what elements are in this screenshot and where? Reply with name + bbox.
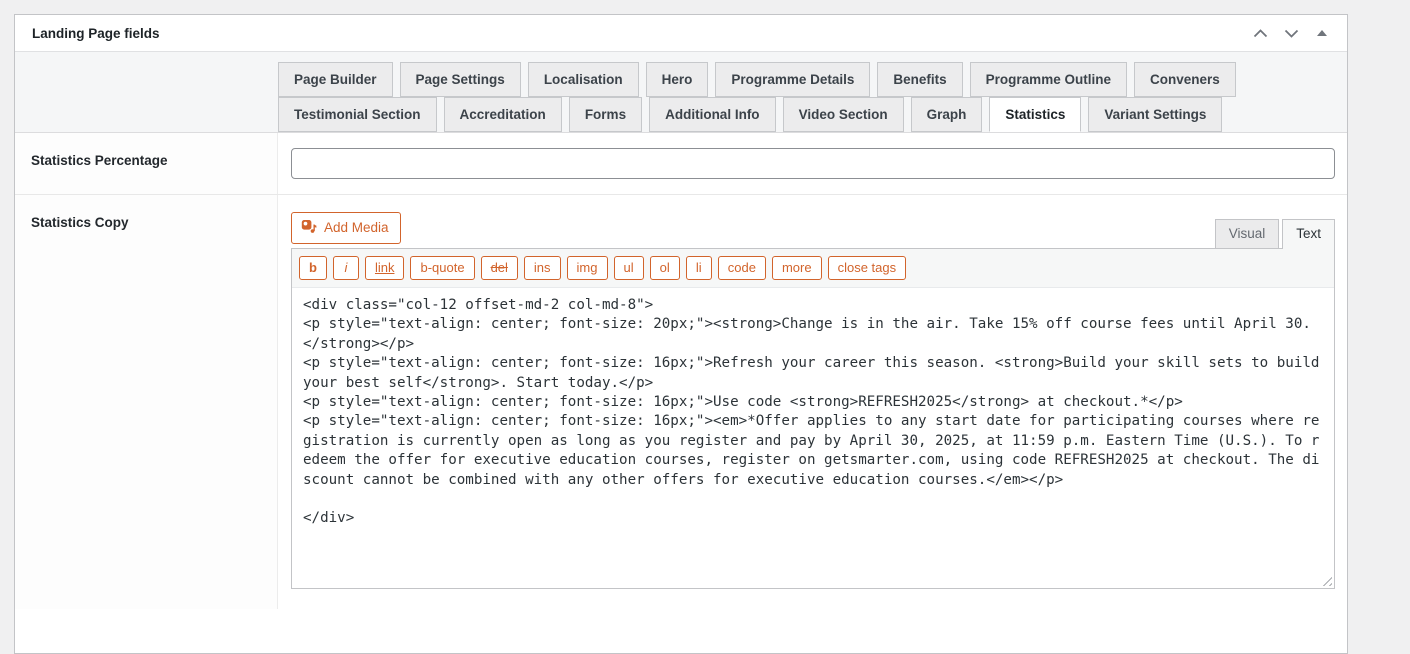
visual-mode-tab[interactable]: Visual <box>1215 219 1280 248</box>
move-up-button[interactable] <box>1249 22 1271 44</box>
statistics-percentage-label: Statistics Percentage <box>15 133 278 194</box>
editor-mode-tabs: Visual Text <box>1215 219 1335 248</box>
quicktag-bquote-button[interactable]: b-quote <box>410 256 474 280</box>
statistics-copy-label: Statistics Copy <box>15 195 278 609</box>
tab-variant-settings[interactable]: Variant Settings <box>1088 97 1222 132</box>
tab-video-section[interactable]: Video Section <box>783 97 904 132</box>
tab-benefits[interactable]: Benefits <box>877 62 962 97</box>
tab-programme-outline[interactable]: Programme Outline <box>970 62 1127 97</box>
quicktag-ul-button[interactable]: ul <box>614 256 644 280</box>
field-row-statistics-copy: Statistics Copy Add Media <box>15 195 1347 609</box>
add-media-label: Add Media <box>324 220 389 235</box>
quicktag-del-button[interactable]: del <box>481 256 518 280</box>
metabox-header: Landing Page fields <box>15 15 1347 52</box>
metabox-title: Landing Page fields <box>15 26 160 41</box>
tab-statistics[interactable]: Statistics <box>989 97 1081 132</box>
chevron-down-icon <box>1284 26 1299 41</box>
quicktag-li-button[interactable]: li <box>686 256 712 280</box>
quicktags-toolbar: b i link b-quote del ins img ul ol li co… <box>292 249 1334 288</box>
quicktag-closetags-button[interactable]: close tags <box>828 256 907 280</box>
move-down-button[interactable] <box>1280 22 1302 44</box>
tab-additional-info[interactable]: Additional Info <box>649 97 775 132</box>
media-note-icon <box>301 218 317 237</box>
tab-accreditation[interactable]: Accreditation <box>444 97 562 132</box>
tab-conveners[interactable]: Conveners <box>1134 62 1236 97</box>
tab-page-settings[interactable]: Page Settings <box>400 62 521 97</box>
quicktag-italic-button[interactable]: i <box>333 256 359 280</box>
tab-testimonial-section[interactable]: Testimonial Section <box>278 97 437 132</box>
quicktag-ins-button[interactable]: ins <box>524 256 561 280</box>
statistics-percentage-content <box>278 133 1347 194</box>
quicktag-more-button[interactable]: more <box>772 256 822 280</box>
statistics-copy-content: Add Media Visual Text b i link b-quote d… <box>278 195 1347 609</box>
field-group-tabs: Page Builder Page Settings Localisation … <box>15 52 1347 133</box>
collapse-toggle-button[interactable] <box>1311 22 1333 44</box>
tab-row-1: Page Builder Page Settings Localisation … <box>278 62 1333 97</box>
landing-page-fields-metabox: Landing Page fields Page Builder Page Se… <box>14 14 1348 654</box>
quicktag-link-button[interactable]: link <box>365 256 405 280</box>
tab-row-2: Testimonial Section Accreditation Forms … <box>278 97 1333 132</box>
quicktag-ol-button[interactable]: ol <box>650 256 680 280</box>
quicktag-bold-button[interactable]: b <box>299 256 327 280</box>
tab-page-builder[interactable]: Page Builder <box>278 62 393 97</box>
statistics-percentage-input[interactable] <box>291 148 1335 179</box>
triangle-up-icon <box>1317 30 1327 36</box>
editor-tools: Add Media Visual Text <box>291 212 1335 248</box>
tab-localisation[interactable]: Localisation <box>528 62 639 97</box>
editor-frame: b i link b-quote del ins img ul ol li co… <box>291 248 1335 589</box>
chevron-up-icon <box>1253 26 1268 41</box>
quicktag-img-button[interactable]: img <box>567 256 608 280</box>
tab-graph[interactable]: Graph <box>911 97 983 132</box>
field-row-statistics-percentage: Statistics Percentage <box>15 133 1347 195</box>
add-media-button[interactable]: Add Media <box>291 212 401 244</box>
tab-programme-details[interactable]: Programme Details <box>715 62 870 97</box>
metabox-handle-actions <box>1249 22 1347 44</box>
statistics-copy-textarea[interactable]: <div class="col-12 offset-md-2 col-md-8"… <box>292 288 1334 588</box>
tab-hero[interactable]: Hero <box>646 62 709 97</box>
quicktag-code-button[interactable]: code <box>718 256 766 280</box>
text-mode-tab[interactable]: Text <box>1282 219 1335 249</box>
tab-forms[interactable]: Forms <box>569 97 642 132</box>
